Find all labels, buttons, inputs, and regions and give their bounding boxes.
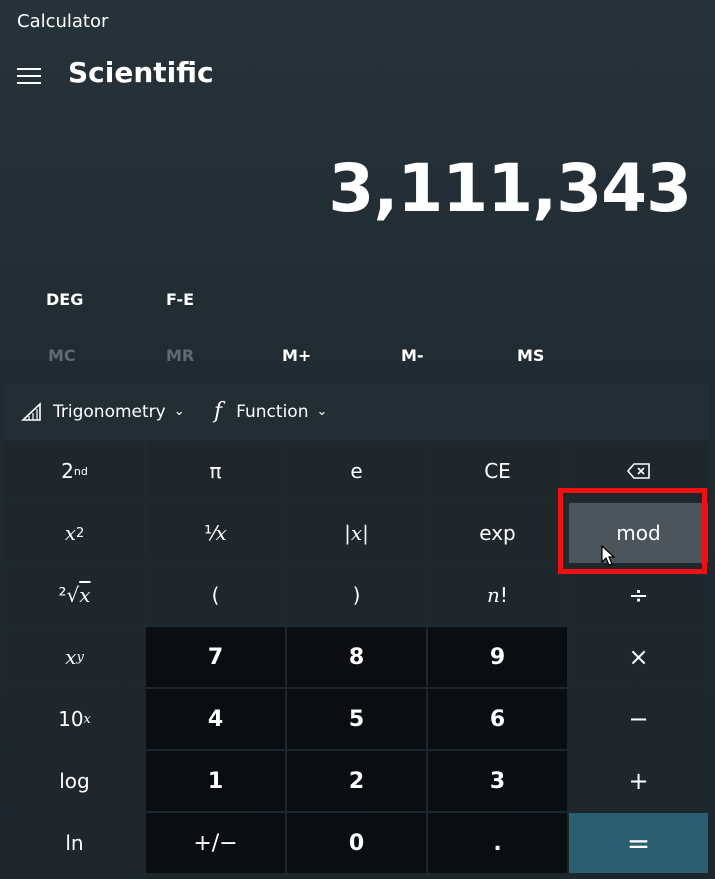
function-icon: f [214, 399, 223, 424]
ln-key[interactable]: ln [5, 813, 144, 873]
mod-key[interactable]: mod [569, 503, 708, 563]
digit-3-key[interactable]: 3 [428, 751, 567, 811]
digit-9-key[interactable]: 9 [428, 627, 567, 687]
mode-title: Scientific [68, 56, 214, 89]
digit-6-key[interactable]: 6 [428, 689, 567, 749]
digit-5-key[interactable]: 5 [287, 689, 426, 749]
window-title: Calculator [17, 11, 109, 32]
reciprocal-key[interactable]: ¹⁄ x [146, 503, 285, 563]
triangle-ruler-icon [21, 401, 41, 421]
digit-0-key[interactable]: 0 [287, 813, 426, 873]
memory-row: MC MR M+ M- MS [0, 346, 715, 368]
negate-key[interactable]: +/− [146, 813, 285, 873]
absolute-value-key[interactable]: |x| [287, 503, 426, 563]
fe-button[interactable]: F-E [166, 290, 194, 309]
angle-unit-button[interactable]: DEG [46, 290, 83, 309]
angle-row: DEG F-E [0, 290, 715, 312]
log-key[interactable]: log [5, 751, 144, 811]
divide-key[interactable]: ÷ [569, 565, 708, 625]
result-display: 3,111,343 [328, 150, 692, 227]
backspace-key[interactable] [569, 441, 708, 501]
exp-key[interactable]: exp [428, 503, 567, 563]
equals-key[interactable]: = [569, 813, 708, 873]
trigonometry-dropdown[interactable]: Trigonometry ⌄ [21, 383, 185, 440]
chevron-down-icon: ⌄ [316, 404, 328, 419]
decimal-key[interactable]: . [428, 813, 567, 873]
pi-key[interactable]: π [146, 441, 285, 501]
multiply-key[interactable]: × [569, 627, 708, 687]
digit-7-key[interactable]: 7 [146, 627, 285, 687]
digit-8-key[interactable]: 8 [287, 627, 426, 687]
second-key[interactable]: 2nd [5, 441, 144, 501]
memory-subtract-button[interactable]: M- [401, 346, 424, 365]
add-key[interactable]: + [569, 751, 708, 811]
square-root-key[interactable]: ²√ x [5, 565, 144, 625]
function-dropdown[interactable]: f Function ⌄ [214, 383, 327, 440]
backspace-icon [626, 463, 650, 479]
function-label: Function [236, 401, 309, 422]
close-paren-key[interactable]: ) [287, 565, 426, 625]
digit-2-key[interactable]: 2 [287, 751, 426, 811]
memory-add-button[interactable]: M+ [282, 346, 311, 365]
tools-bar: Trigonometry ⌄ f Function ⌄ [5, 383, 710, 440]
square-key[interactable]: x2 [5, 503, 144, 563]
open-paren-key[interactable]: ( [146, 565, 285, 625]
chevron-down-icon: ⌄ [173, 404, 185, 419]
keypad: 2nd π e CE x2 ¹⁄ x |x| exp mod ²√ x ( ) n!… [5, 441, 710, 874]
hamburger-menu-icon[interactable] [17, 68, 41, 84]
memory-recall-button: MR [166, 346, 195, 365]
factorial-key[interactable]: n! [428, 565, 567, 625]
digit-4-key[interactable]: 4 [146, 689, 285, 749]
memory-clear-button: MC [48, 346, 76, 365]
trigonometry-label: Trigonometry [53, 401, 166, 422]
subtract-key[interactable]: − [569, 689, 708, 749]
e-key[interactable]: e [287, 441, 426, 501]
power-key[interactable]: xy [5, 627, 144, 687]
ten-power-key[interactable]: 10 x [5, 689, 144, 749]
memory-store-button[interactable]: MS [517, 346, 544, 365]
digit-1-key[interactable]: 1 [146, 751, 285, 811]
clear-entry-key[interactable]: CE [428, 441, 567, 501]
